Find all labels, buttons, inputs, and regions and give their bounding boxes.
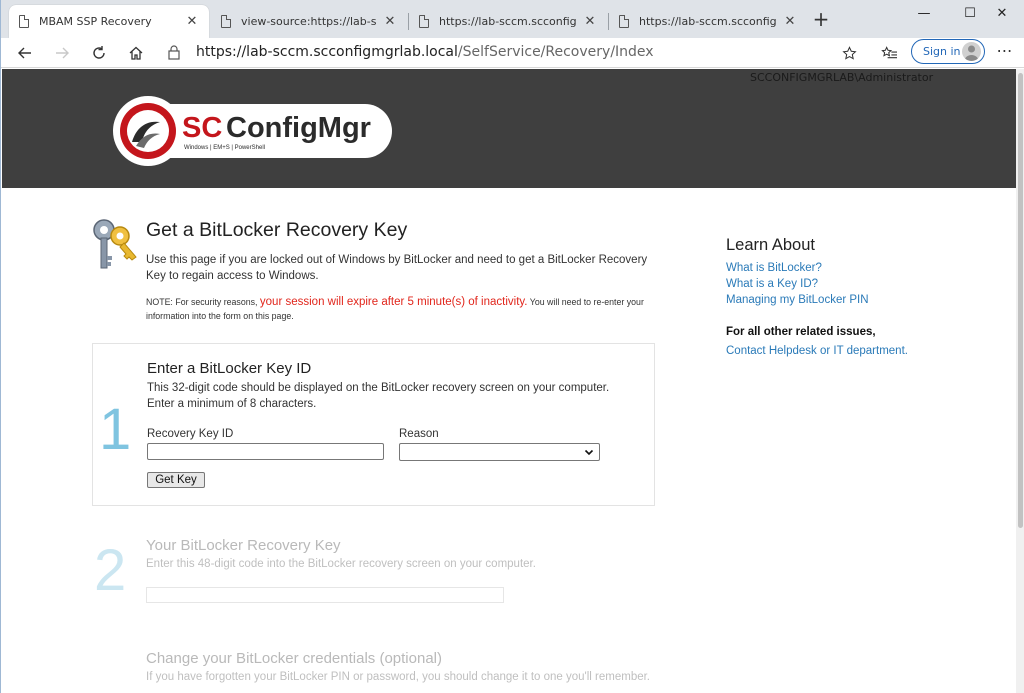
sign-in-label: Sign in (923, 45, 961, 58)
recovery-key-output (146, 587, 504, 603)
get-key-button[interactable]: Get Key (147, 472, 205, 488)
svg-text:ConfigMgr: ConfigMgr (226, 112, 371, 144)
learn-about-title: Learn About (726, 236, 815, 254)
close-tab-icon[interactable]: ✕ (185, 14, 199, 29)
close-tab-icon[interactable]: ✕ (783, 14, 797, 29)
tab-view-source[interactable]: view-source:https://lab-sccm.scc ✕ (211, 5, 407, 38)
recovery-key-id-label: Recovery Key ID (147, 428, 234, 440)
page-content: SCCONFIGMGRLAB\Administrator SC ConfigMg… (2, 69, 1016, 693)
session-warning: your session will expire after 5 minute(… (259, 296, 528, 308)
step1-description: This 32-digit code should be displayed o… (147, 382, 610, 410)
forward-icon (56, 47, 69, 59)
page-title: Get a BitLocker Recovery Key (146, 219, 408, 241)
link-what-is-key-id[interactable]: What is a Key ID? (726, 278, 818, 290)
page-icon (419, 15, 429, 28)
scconfigmgr-logo: SC ConfigMgr Windows | EM+S | PowerShell (113, 96, 392, 166)
browser-toolbar: https://lab-sccm.scconfigmgrlab.local/Se… (1, 38, 1024, 68)
step2-description: Enter this 48-digit code into the BitLoc… (146, 558, 536, 570)
new-tab-button[interactable]: + (812, 8, 830, 30)
close-window-button[interactable]: ✕ (979, 2, 1024, 26)
address-host: https://lab-sccm.scconfigmgrlab.local (196, 44, 458, 60)
link-what-is-bitlocker[interactable]: What is BitLocker? (726, 262, 822, 274)
avatar-icon (962, 42, 981, 61)
step1-panel: 1 Enter a BitLocker Key ID This 32-digit… (92, 343, 655, 506)
minimize-button[interactable]: — (901, 2, 947, 26)
scrollbar-thumb[interactable] (1018, 73, 1023, 528)
page-icon (19, 15, 29, 28)
close-tab-icon[interactable]: ✕ (583, 14, 597, 29)
link-managing-pin[interactable]: Managing my BitLocker PIN (726, 294, 869, 306)
star-icon (841, 45, 857, 60)
intro-text: Use this page if you are locked out of W… (146, 254, 648, 282)
tab-title: MBAM SSP Recovery (39, 15, 152, 28)
sign-in-button[interactable]: Sign in (911, 39, 985, 64)
step1-number: 1 (99, 397, 132, 462)
tab-title: https://lab-sccm.scconfigmgrlab (639, 15, 777, 28)
page-scrollbar[interactable] (1016, 69, 1024, 693)
tab-lab-sccm-1[interactable]: https://lab-sccm.scconfigmgrlab ✕ (409, 5, 607, 38)
refresh-button[interactable] (86, 40, 112, 66)
step2-number: 2 (94, 538, 127, 603)
tab-lab-sccm-2[interactable]: https://lab-sccm.scconfigmgrlab ✕ (609, 5, 807, 38)
close-tab-icon[interactable]: ✕ (383, 14, 397, 29)
step3-description: If you have forgotten your BitLocker PIN… (146, 671, 650, 683)
tab-strip: MBAM SSP Recovery ✕ view-source:https://… (1, 0, 1024, 38)
step2-title: Your BitLocker Recovery Key (146, 537, 341, 554)
back-icon (18, 47, 31, 59)
keys-icon (93, 219, 137, 269)
reason-label: Reason (399, 428, 439, 440)
other-issues-heading: For all other related issues, (726, 326, 876, 338)
address-path: /SelfService/Recovery/Index (457, 44, 654, 60)
forward-button[interactable] (49, 40, 75, 66)
home-icon (129, 46, 143, 60)
site-header: SCCONFIGMGRLAB\Administrator SC ConfigMg… (2, 69, 1016, 188)
svg-text:SC: SC (182, 112, 222, 144)
page-icon (221, 15, 231, 28)
refresh-icon (93, 46, 105, 59)
tab-title: https://lab-sccm.scconfigmgrlab (439, 15, 577, 28)
user-name: SCCONFIGMGRLAB\Administrator (750, 71, 934, 84)
address-bar[interactable]: https://lab-sccm.scconfigmgrlab.local/Se… (163, 39, 869, 65)
step1-title: Enter a BitLocker Key ID (147, 360, 312, 377)
browser-window: MBAM SSP Recovery ✕ view-source:https://… (0, 0, 1024, 693)
note-prefix: NOTE: For security reasons, (146, 297, 260, 307)
add-favorite-button[interactable] (838, 40, 860, 66)
favorites-button[interactable] (878, 40, 900, 66)
settings-more-button[interactable]: ⋯ (994, 40, 1016, 66)
step3-title: Change your BitLocker credentials (optio… (146, 650, 442, 667)
svg-text:Windows | EM+S | PowerShell: Windows | EM+S | PowerShell (184, 145, 265, 151)
home-button[interactable] (123, 40, 149, 66)
lock-icon[interactable] (163, 44, 185, 60)
favorites-icon (880, 45, 897, 58)
chevron-down-icon (584, 449, 594, 456)
security-note: NOTE: For security reasons, your session… (146, 295, 661, 323)
tab-title: view-source:https://lab-sccm.scc (241, 15, 377, 28)
recovery-key-id-input[interactable] (147, 443, 384, 460)
tab-mbam-ssp-recovery[interactable]: MBAM SSP Recovery ✕ (9, 5, 209, 38)
back-button[interactable] (12, 40, 38, 66)
page-icon (619, 15, 629, 28)
link-contact-helpdesk[interactable]: Contact Helpdesk or IT department. (726, 345, 908, 357)
reason-select[interactable] (399, 443, 600, 461)
